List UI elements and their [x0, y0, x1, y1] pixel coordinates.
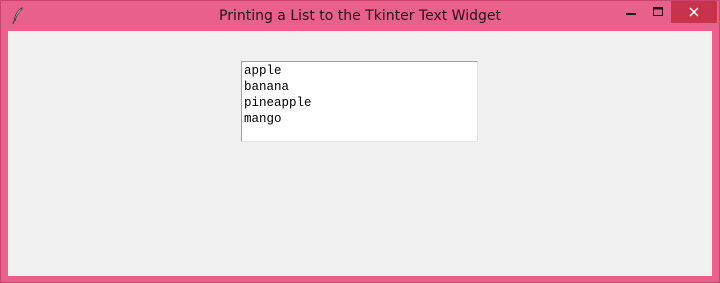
maximize-button[interactable]: [645, 1, 671, 23]
minimize-button[interactable]: [617, 1, 645, 23]
maximize-icon: [653, 7, 663, 17]
text-line: pineapple: [244, 96, 312, 110]
app-window: Printing a List to the Tkinter Text Widg…: [0, 0, 720, 283]
close-button[interactable]: [671, 1, 717, 23]
window-title: Printing a List to the Tkinter Text Widg…: [219, 8, 501, 24]
close-icon: [689, 7, 699, 17]
title-bar[interactable]: Printing a List to the Tkinter Text Widg…: [1, 1, 719, 31]
text-line: banana: [244, 80, 290, 94]
text-line: apple: [244, 64, 282, 78]
client-area: apple banana pineapple mango: [8, 31, 712, 276]
minimize-icon: [626, 7, 636, 17]
text-line: mango: [244, 112, 282, 126]
text-widget[interactable]: apple banana pineapple mango: [241, 61, 478, 142]
